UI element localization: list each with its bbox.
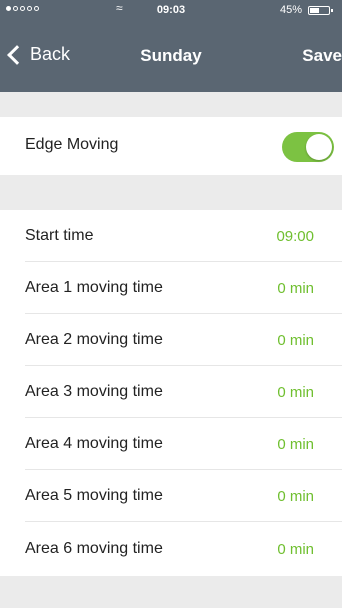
area-1-label: Area 1 moving time (25, 279, 163, 296)
navigation-bar: Back Sunday Save (0, 20, 342, 92)
area-2-label: Area 2 moving time (25, 331, 163, 348)
edge-moving-toggle[interactable] (282, 132, 334, 162)
start-time-value: 09:00 (276, 228, 314, 245)
area-6-row[interactable]: Area 6 moving time 0 min (0, 522, 342, 576)
battery-percent: 45% (279, 4, 302, 16)
status-bar: ≈ 09:03 45% (0, 0, 342, 20)
toggle-knob (306, 134, 332, 160)
edge-moving-label: Edge Moving (25, 136, 119, 153)
area-2-value: 0 min (277, 332, 314, 349)
area-3-row[interactable]: Area 3 moving time 0 min (0, 366, 342, 418)
area-4-label: Area 4 moving time (25, 435, 163, 452)
area-6-label: Area 6 moving time (25, 540, 163, 557)
area-3-value: 0 min (277, 384, 314, 401)
edge-moving-row: Edge Moving (0, 117, 342, 175)
page-title: Sunday (140, 46, 202, 65)
start-time-label: Start time (25, 227, 94, 244)
start-time-row[interactable]: Start time 09:00 (0, 210, 342, 262)
area-2-row[interactable]: Area 2 moving time 0 min (0, 314, 342, 366)
save-button[interactable]: Save (302, 46, 342, 66)
area-1-row[interactable]: Area 1 moving time 0 min (0, 262, 342, 314)
area-1-value: 0 min (277, 280, 314, 297)
area-5-value: 0 min (277, 488, 314, 505)
area-5-row[interactable]: Area 5 moving time 0 min (0, 470, 342, 522)
area-3-label: Area 3 moving time (25, 383, 163, 400)
area-4-value: 0 min (277, 436, 314, 453)
battery-icon (308, 6, 333, 15)
area-6-value: 0 min (277, 541, 314, 558)
area-4-row[interactable]: Area 4 moving time 0 min (0, 418, 342, 470)
area-5-label: Area 5 moving time (25, 487, 163, 504)
